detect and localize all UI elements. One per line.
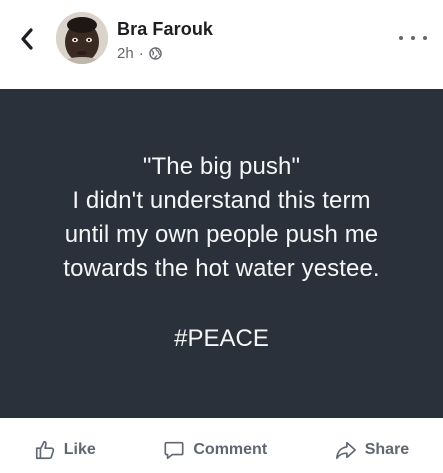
- like-button[interactable]: Like: [24, 433, 106, 467]
- action-bar: Like Comment Share: [0, 426, 443, 473]
- more-dot: [423, 36, 427, 40]
- like-label: Like: [63, 440, 96, 458]
- globe-icon[interactable]: [148, 47, 162, 60]
- share-label: Share: [364, 440, 410, 458]
- profile-photo: [56, 12, 108, 64]
- post-page: Bra Farouk 2h · "The big push" I didn't …: [0, 0, 443, 473]
- comment-button[interactable]: Comment: [153, 433, 277, 467]
- meta-separator: ·: [138, 45, 144, 62]
- more-dot: [411, 36, 415, 40]
- share-arrow-icon: [335, 441, 356, 459]
- post-header: Bra Farouk 2h ·: [0, 0, 443, 88]
- comment-label: Comment: [193, 440, 268, 458]
- post-meta: 2h ·: [117, 45, 162, 62]
- post-hashtag[interactable]: #PEACE: [174, 324, 269, 354]
- author-name[interactable]: Bra Farouk: [117, 19, 213, 40]
- thumbs-up-icon: [35, 440, 54, 459]
- chevron-left-icon: [21, 28, 33, 50]
- more-horizontal-icon: [399, 36, 403, 40]
- more-options-button[interactable]: [399, 30, 427, 46]
- comment-bubble-icon: [164, 441, 184, 459]
- post-quote-text: "The big push" I didn't understand this …: [63, 152, 380, 282]
- timestamp[interactable]: 2h: [117, 45, 134, 62]
- avatar[interactable]: [56, 12, 108, 64]
- back-button[interactable]: [14, 26, 40, 52]
- text-post-card[interactable]: "The big push" I didn't understand this …: [0, 89, 443, 418]
- share-button[interactable]: Share: [325, 433, 419, 467]
